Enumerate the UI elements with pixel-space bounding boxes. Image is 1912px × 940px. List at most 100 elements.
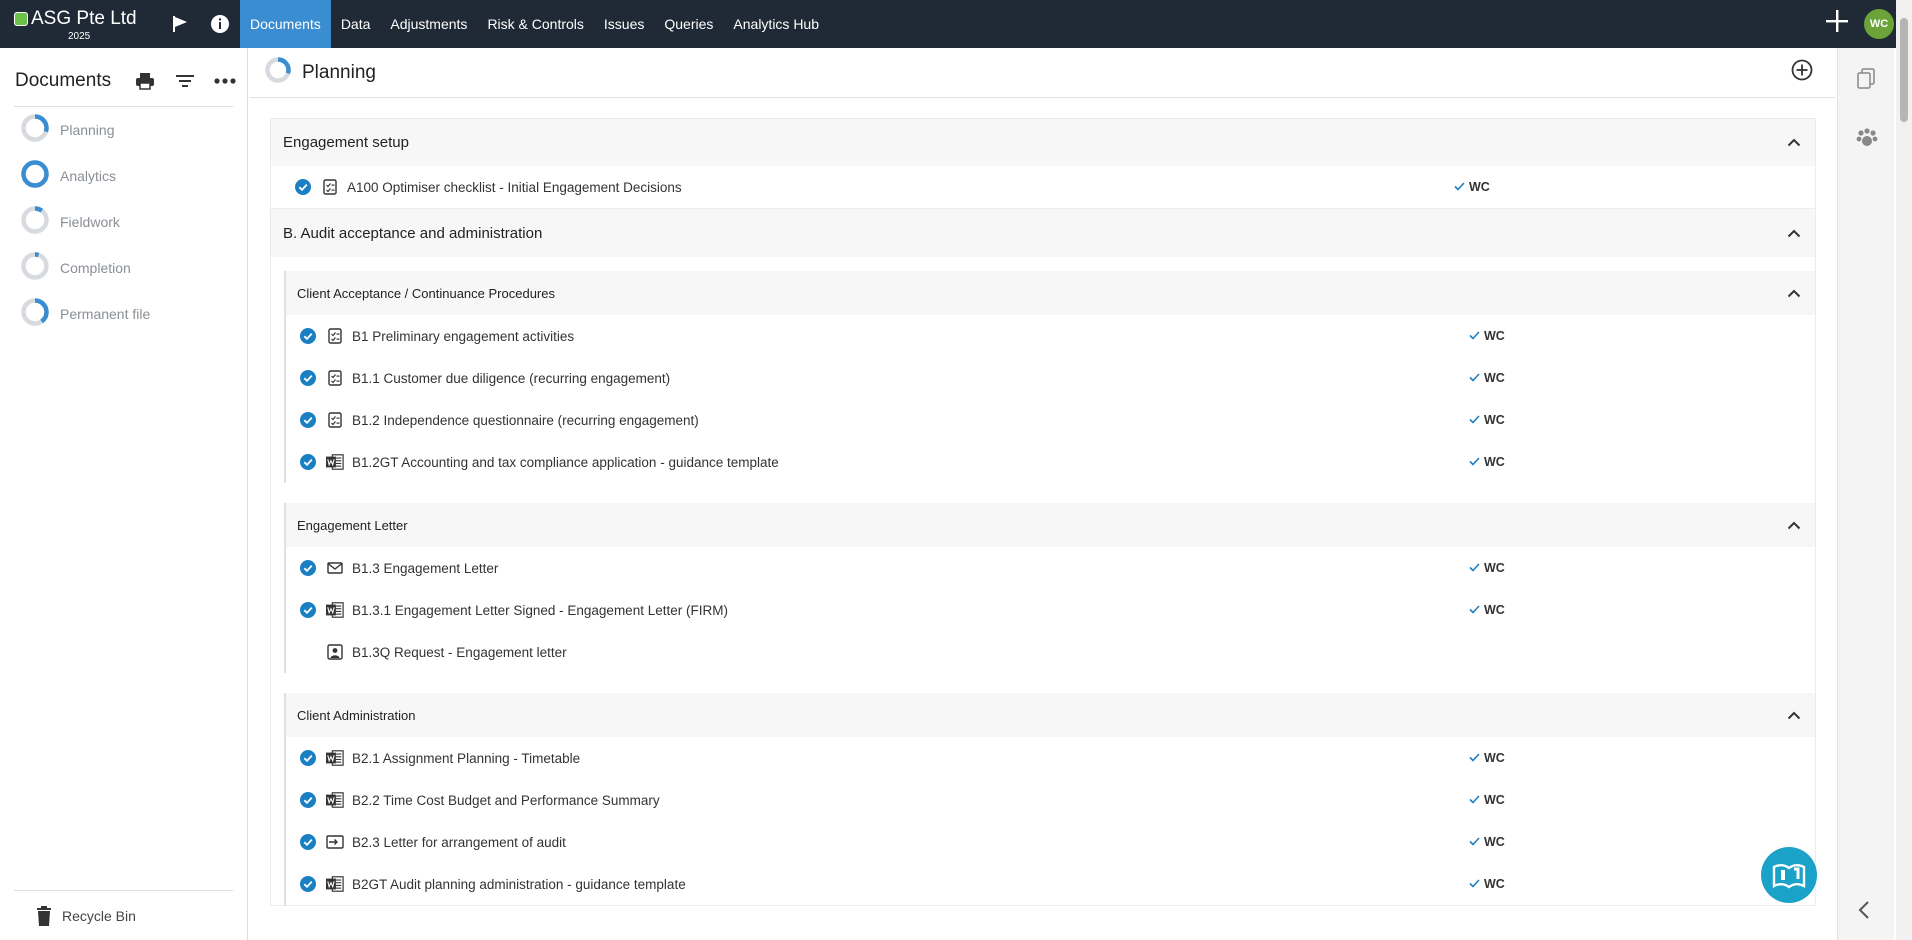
signed-off-check-icon[interactable] [300, 454, 316, 470]
nav-adjustments[interactable]: Adjustments [380, 0, 477, 48]
paw-icon[interactable] [1856, 128, 1878, 153]
right-rail [1837, 48, 1894, 940]
chevron-up-icon[interactable] [1787, 711, 1801, 720]
signoff-initials: WC [1484, 835, 1505, 849]
chevron-up-icon[interactable] [1787, 521, 1801, 530]
document-row-b1-1[interactable]: B1.1 Customer due diligence (recurring e… [286, 357, 1815, 399]
sidebar-item-fieldwork[interactable]: Fieldwork [0, 199, 247, 245]
chevron-up-icon[interactable] [1787, 229, 1801, 238]
signoff-badge: WC [1469, 751, 1505, 765]
user-avatar[interactable]: WC [1864, 9, 1894, 39]
document-row-b2gt[interactable]: B2GT Audit planning administration - gui… [286, 863, 1815, 905]
signed-off-check-icon[interactable] [300, 792, 316, 808]
sidebar-item-permanent-file[interactable]: Permanent file [0, 291, 247, 337]
envelope-icon [326, 559, 344, 577]
nav-risk-controls[interactable]: Risk & Controls [477, 0, 593, 48]
check-icon [1469, 835, 1480, 849]
signoff-initials: WC [1484, 455, 1505, 469]
main-panel: Planning Engagement setup A100 Optimiser… [250, 48, 1835, 940]
signoff-badge: WC [1469, 371, 1505, 385]
signed-off-check-icon[interactable] [300, 750, 316, 766]
signed-off-check-icon[interactable] [300, 602, 316, 618]
add-button[interactable] [1824, 8, 1850, 40]
print-icon[interactable] [125, 72, 165, 90]
nav-documents[interactable]: Documents [240, 0, 331, 48]
group-header[interactable]: Client Administration [286, 693, 1815, 737]
document-row-b2-2[interactable]: B2.2 Time Cost Budget and Performance Su… [286, 779, 1815, 821]
check-icon [1469, 877, 1480, 891]
document-group: Client Acceptance / Continuance Procedur… [284, 271, 1815, 483]
check-icon [1469, 561, 1480, 575]
section-header[interactable]: Engagement setup [271, 118, 1815, 166]
signoff-initials: WC [1484, 751, 1505, 765]
request-icon [326, 643, 344, 661]
document-row-b1[interactable]: B1 Preliminary engagement activities WC [286, 315, 1815, 357]
info-icon[interactable] [200, 0, 240, 48]
document-row-b2-3[interactable]: B2.3 Letter for arrangement of audit WC [286, 821, 1815, 863]
signed-off-check-icon[interactable] [300, 834, 316, 850]
document-row-b1-3-1[interactable]: B1.3.1 Engagement Letter Signed - Engage… [286, 589, 1815, 631]
sidebar-title: Documents [15, 69, 112, 91]
filter-icon[interactable] [165, 74, 205, 88]
nav-issues[interactable]: Issues [594, 0, 654, 48]
checklist-icon [321, 178, 339, 196]
scrollbar-thumb[interactable] [1900, 18, 1908, 122]
letter-icon [326, 833, 344, 851]
signoff-badge: WC [1469, 603, 1505, 617]
documents-sidebar: Documents Planning Analytics Fieldwork C… [0, 48, 248, 940]
section-1: B. Audit acceptance and administration C… [270, 209, 1816, 906]
sidebar-item-completion[interactable]: Completion [0, 245, 247, 291]
nav-analytics-hub[interactable]: Analytics Hub [723, 0, 829, 48]
document-title: B2GT Audit planning administration - gui… [352, 876, 686, 892]
flag-icon[interactable] [160, 0, 200, 48]
help-button[interactable] [1761, 847, 1817, 903]
signed-off-check-icon[interactable] [300, 876, 316, 892]
nav-data[interactable]: Data [331, 0, 381, 48]
signoff-initials: WC [1469, 180, 1490, 194]
signed-off-check-icon[interactable] [300, 560, 316, 576]
client-name: ASG Pte Ltd [31, 8, 137, 29]
chevron-up-icon[interactable] [1787, 138, 1801, 147]
document-row-b1-3[interactable]: B1.3 Engagement Letter WC [286, 547, 1815, 589]
document-row-b1-2[interactable]: B1.2 Independence questionnaire (recurri… [286, 399, 1815, 441]
more-options-icon[interactable] [205, 77, 245, 84]
collapse-panel-icon[interactable] [1856, 900, 1872, 925]
signoff-initials: WC [1484, 603, 1505, 617]
document-title: B2.3 Letter for arrangement of audit [352, 834, 566, 850]
document-row-b1-3q[interactable]: B1.3Q Request - Engagement letter [286, 631, 1815, 673]
section-title: B. Audit acceptance and administration [283, 224, 543, 242]
client-switcher[interactable]: ASG Pte Ltd 2025 [0, 0, 160, 48]
group-header[interactable]: Engagement Letter [286, 503, 1815, 547]
signoff-badge: WC [1454, 180, 1490, 194]
copy-icon[interactable] [1856, 68, 1876, 95]
signoff-initials: WC [1484, 793, 1505, 807]
recycle-bin-link[interactable]: Recycle Bin [14, 890, 233, 940]
signed-off-check-icon[interactable] [300, 412, 316, 428]
sidebar-item-analytics[interactable]: Analytics [0, 153, 247, 199]
document-row-b1-2gt[interactable]: B1.2GT Accounting and tax compliance app… [286, 441, 1815, 483]
progress-ring-icon [20, 251, 50, 286]
page-scrollbar[interactable] [1896, 0, 1912, 940]
add-circle-icon[interactable] [1791, 59, 1813, 86]
group-header[interactable]: Client Acceptance / Continuance Procedur… [286, 271, 1815, 315]
chevron-up-icon[interactable] [1787, 289, 1801, 298]
signed-off-check-icon[interactable] [300, 328, 316, 344]
document-row-b2-1[interactable]: B2.1 Assignment Planning - Timetable WC [286, 737, 1815, 779]
section-0: Engagement setup A100 Optimiser checklis… [270, 118, 1816, 209]
checklist-icon [326, 327, 344, 345]
nav-queries[interactable]: Queries [654, 0, 723, 48]
signoff-initials: WC [1484, 329, 1505, 343]
check-icon [1469, 329, 1480, 343]
document-list: Engagement setup A100 Optimiser checklis… [270, 118, 1816, 906]
check-icon [1469, 455, 1480, 469]
checklist-icon [326, 411, 344, 429]
check-icon [1469, 603, 1480, 617]
sidebar-item-planning[interactable]: Planning [0, 107, 247, 153]
signoff-initials: WC [1484, 371, 1505, 385]
signed-off-check-icon[interactable] [300, 370, 316, 386]
sidebar-item-label: Planning [60, 122, 115, 138]
sidebar-item-label: Analytics [60, 168, 117, 184]
document-row-a100[interactable]: A100 Optimiser checklist - Initial Engag… [271, 166, 1815, 208]
section-header[interactable]: B. Audit acceptance and administration [271, 209, 1815, 257]
signed-off-check-icon[interactable] [295, 179, 311, 195]
